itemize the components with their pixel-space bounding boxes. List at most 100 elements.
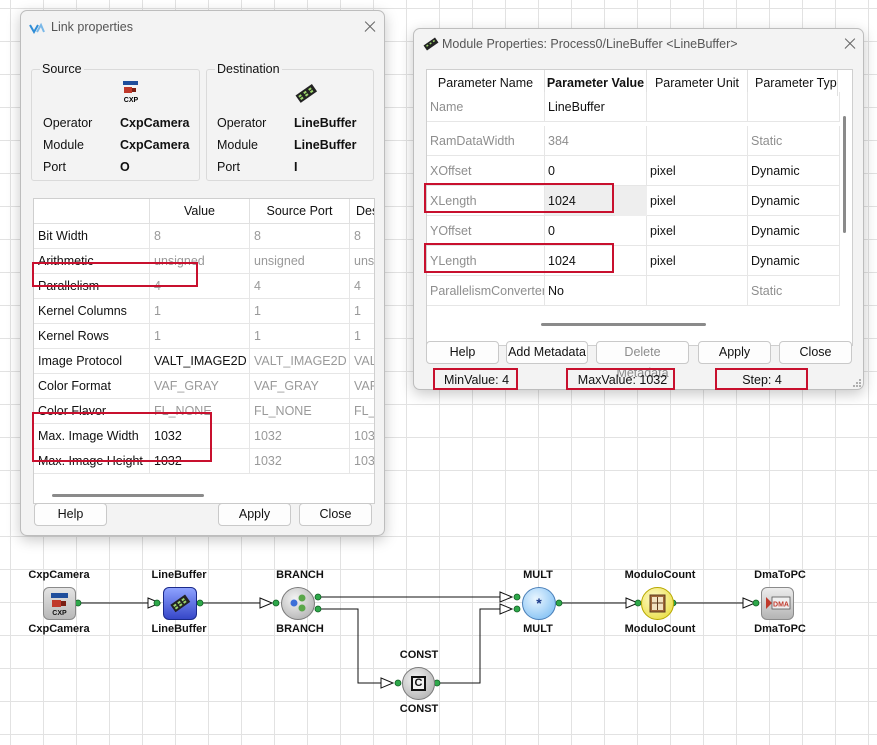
source-operator-value: CxpCamera xyxy=(120,116,190,130)
help-button[interactable]: Help xyxy=(426,341,499,364)
status-min-value: MinValue: 4 xyxy=(443,373,510,387)
link-properties-table[interactable]: Value Source Port Des Bit Width888Arithm… xyxy=(33,198,375,504)
port-branch-out-1 xyxy=(314,593,322,601)
edge-branch-const xyxy=(319,608,390,684)
row-source-port: unsigned xyxy=(250,249,350,274)
row-name: Kernel Columns xyxy=(34,299,150,324)
help-button[interactable]: Help xyxy=(34,503,107,526)
status-step: Step: 4 xyxy=(742,373,782,387)
port-linebuffer-out xyxy=(196,599,204,607)
row-parameter-value[interactable]: 1024 xyxy=(545,246,647,276)
row-parameter-value[interactable]: No xyxy=(545,276,647,306)
port-dma-in xyxy=(752,599,760,607)
row-destination-port: 1 xyxy=(350,299,374,324)
row-value[interactable]: 8 xyxy=(150,224,250,249)
row-value[interactable]: 4 xyxy=(150,274,250,299)
close-button[interactable]: Close xyxy=(299,503,372,526)
vertical-scrollbar[interactable] xyxy=(843,116,846,233)
row-name: Kernel Rows xyxy=(34,324,150,349)
row-name: Color Flavor xyxy=(34,399,150,424)
row-parameter-value[interactable]: 384 xyxy=(545,126,647,156)
header-source-port[interactable]: Source Port xyxy=(250,199,350,224)
row-value[interactable]: unsigned xyxy=(150,249,250,274)
row-name: Bit Width xyxy=(34,224,150,249)
node-modulo-caption: ModuloCount xyxy=(624,623,696,635)
row-source-port: 1 xyxy=(250,299,350,324)
link-properties-window: Link properties Source CXP Operator CxpC… xyxy=(20,10,385,536)
row-parameter-value[interactable]: 0 xyxy=(545,216,647,246)
resize-grip-icon[interactable] xyxy=(852,378,862,388)
row-parameter-name: XOffset xyxy=(427,156,545,186)
header-destination-port[interactable]: Des xyxy=(350,199,374,224)
destination-port-value: I xyxy=(294,160,298,174)
module-properties-window: Module Properties: Process0/LineBuffer <… xyxy=(413,28,864,390)
row-value[interactable]: VAF_GRAY xyxy=(150,374,250,399)
row-parameter-unit: pixel xyxy=(647,156,748,186)
window-title: Link properties xyxy=(51,20,133,34)
destination-operator-value: LineBuffer xyxy=(294,116,357,130)
node-linebuffer-title: LineBuffer xyxy=(151,569,207,581)
link-properties-titlebar[interactable]: Link properties xyxy=(21,11,384,41)
destination-group-title: Destination xyxy=(215,62,282,76)
module-parameter-table[interactable]: Parameter Name Parameter Value Parameter… xyxy=(426,69,853,346)
row-destination-port: VAF_ xyxy=(350,374,374,399)
node-cxp[interactable]: CXP xyxy=(43,587,76,620)
node-branch[interactable] xyxy=(281,587,315,620)
node-mult[interactable]: * xyxy=(522,587,556,620)
node-dma-title: DmaToPC xyxy=(754,569,806,581)
row-source-port: FL_NONE xyxy=(250,399,350,424)
row-value[interactable]: 1032 xyxy=(150,449,250,474)
node-dma[interactable]: DMA xyxy=(761,587,794,620)
delete-metadata-button: Delete Metadata xyxy=(596,341,689,380)
node-const[interactable]: C xyxy=(402,667,435,700)
apply-button[interactable]: Apply xyxy=(218,503,291,526)
node-modulo[interactable] xyxy=(641,587,674,620)
row-parameter-unit: pixel xyxy=(647,246,748,276)
node-linebuffer[interactable] xyxy=(163,587,197,620)
close-icon[interactable] xyxy=(842,36,858,52)
row-destination-port: 4 xyxy=(350,274,374,299)
row-destination-port: FL_N xyxy=(350,399,374,424)
row-parameter-unit: pixel xyxy=(647,216,748,246)
source-group-title: Source xyxy=(40,62,84,76)
close-button[interactable]: Close xyxy=(779,341,852,364)
row-value[interactable]: 1 xyxy=(150,299,250,324)
row-source-port: 1032 xyxy=(250,449,350,474)
row-destination-port: VALT xyxy=(350,349,374,374)
row-destination-port: 103 xyxy=(350,449,374,474)
row-parameter-type xyxy=(748,92,840,122)
horizontal-scrollbar[interactable] xyxy=(52,494,204,497)
row-value[interactable]: 1032 xyxy=(150,424,250,449)
node-branch-caption: BRANCH xyxy=(276,623,324,635)
row-parameter-value[interactable]: LineBuffer xyxy=(545,92,647,122)
header-name xyxy=(34,199,150,224)
close-icon[interactable] xyxy=(362,19,378,35)
const-icon: C xyxy=(411,676,426,691)
row-parameter-type: Dynamic xyxy=(748,186,840,216)
cxp-icon-text: CXP xyxy=(124,97,139,104)
header-value[interactable]: Value xyxy=(150,199,250,224)
row-value[interactable]: FL_NONE xyxy=(150,399,250,424)
module-properties-titlebar[interactable]: Module Properties: Process0/LineBuffer <… xyxy=(414,29,863,59)
add-metadata-button[interactable]: Add Metadata xyxy=(506,341,588,364)
row-parameter-value[interactable]: 0 xyxy=(545,156,647,186)
row-parameter-type: Static xyxy=(748,276,840,306)
source-port-label: Port xyxy=(43,160,66,174)
node-modulo-title: ModuloCount xyxy=(624,569,696,581)
row-destination-port: 1 xyxy=(350,324,374,349)
cxp-camera-icon: CXP xyxy=(51,593,68,617)
row-parameter-unit: pixel xyxy=(647,186,748,216)
horizontal-scrollbar[interactable] xyxy=(541,323,706,326)
row-parameter-name: YOffset xyxy=(427,216,545,246)
row-parameter-name: RamDataWidth xyxy=(427,126,545,156)
row-parameter-name: Name xyxy=(427,92,545,122)
row-value[interactable]: 1 xyxy=(150,324,250,349)
node-mult-caption: MULT xyxy=(523,623,553,635)
source-module-label: Module xyxy=(43,138,84,152)
window-title: Module Properties: Process0/LineBuffer <… xyxy=(442,37,738,51)
counter-icon xyxy=(649,594,666,613)
source-port-value: O xyxy=(120,160,130,174)
apply-button[interactable]: Apply xyxy=(698,341,771,364)
destination-module-value: LineBuffer xyxy=(294,138,357,152)
row-value[interactable]: VALT_IMAGE2D xyxy=(150,349,250,374)
